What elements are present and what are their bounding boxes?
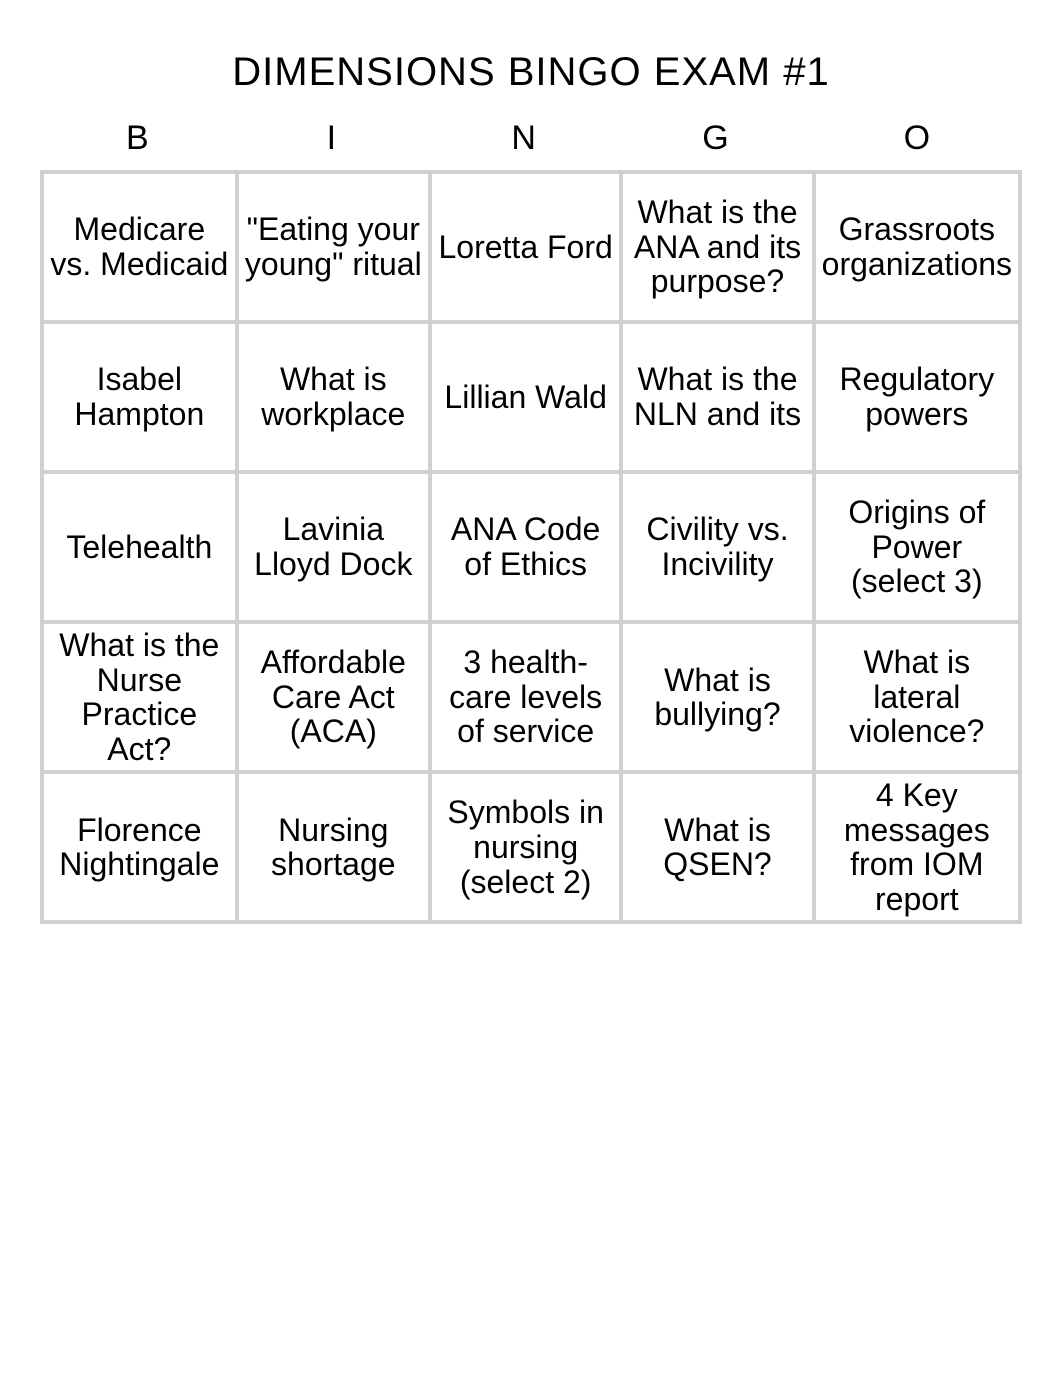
bingo-cell: Isabel Hampton xyxy=(40,320,235,470)
bingo-cell: What is lateral violence? xyxy=(812,620,1022,770)
bingo-cell: Lillian Wald xyxy=(428,320,619,470)
bingo-cell: Nursing shortage xyxy=(235,770,428,924)
bingo-cell: Civility vs. Incivility xyxy=(619,470,811,620)
header-o: O xyxy=(812,113,1022,170)
bingo-cell: ANA Code of Ethics xyxy=(428,470,619,620)
bingo-cell: 3 health-care levels of service xyxy=(428,620,619,770)
bingo-row: TelehealthLavinia Lloyd DockANA Code of … xyxy=(40,470,1022,620)
bingo-cell: What is bullying? xyxy=(619,620,811,770)
bingo-row: What is the Nurse Practice Act?Affordabl… xyxy=(40,620,1022,770)
bingo-row: Medicare vs. Medicaid"Eating your young"… xyxy=(40,170,1022,320)
bingo-row: Florence NightingaleNursing shortageSymb… xyxy=(40,770,1022,924)
page-title: DIMENSIONS BINGO EXAM #1 xyxy=(40,50,1022,95)
bingo-cell: What is workplace xyxy=(235,320,428,470)
header-i: I xyxy=(235,113,428,170)
bingo-cell: Origins of Power (select 3) xyxy=(812,470,1022,620)
bingo-cell: "Eating your young" ritual xyxy=(235,170,428,320)
bingo-row: Isabel HamptonWhat is workplaceLillian W… xyxy=(40,320,1022,470)
bingo-cell: 4 Key messages from IOM report xyxy=(812,770,1022,924)
bingo-cell: Grassroots organizations xyxy=(812,170,1022,320)
bingo-cell: Medicare vs. Medicaid xyxy=(40,170,235,320)
bingo-cell: Affordable Care Act (ACA) xyxy=(235,620,428,770)
bingo-cell: Florence Nightingale xyxy=(40,770,235,924)
header-row: B I N G O xyxy=(40,113,1022,170)
bingo-cell: Symbols in nursing (select 2) xyxy=(428,770,619,924)
bingo-cell: Loretta Ford xyxy=(428,170,619,320)
bingo-cell: Regulatory powers xyxy=(812,320,1022,470)
bingo-card: B I N G O Medicare vs. Medicaid"Eating y… xyxy=(40,113,1022,924)
bingo-cell: What is QSEN? xyxy=(619,770,811,924)
header-g: G xyxy=(619,113,811,170)
bingo-cell: Telehealth xyxy=(40,470,235,620)
bingo-cell: What is the NLN and its xyxy=(619,320,811,470)
header-b: B xyxy=(40,113,235,170)
bingo-cell: What is the ANA and its purpose? xyxy=(619,170,811,320)
bingo-cell: What is the Nurse Practice Act? xyxy=(40,620,235,770)
header-n: N xyxy=(428,113,619,170)
bingo-cell: Lavinia Lloyd Dock xyxy=(235,470,428,620)
